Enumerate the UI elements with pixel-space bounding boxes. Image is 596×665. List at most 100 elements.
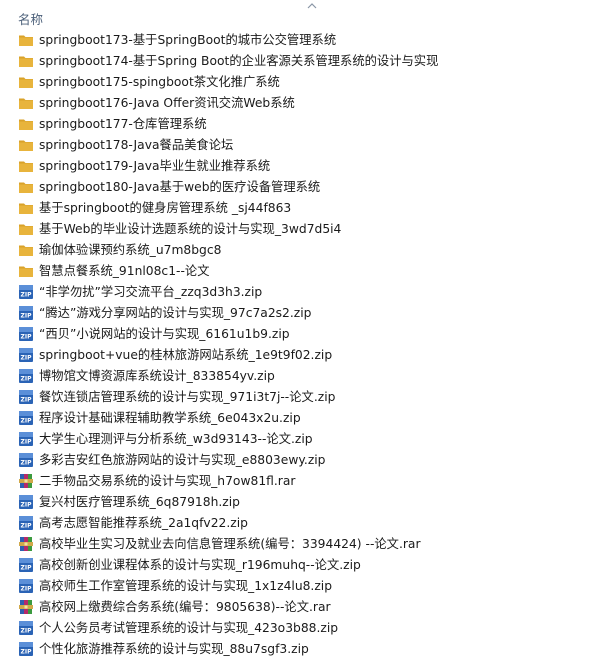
folder-row[interactable]: springboot178-Java餐品美食论坛 <box>0 135 596 156</box>
folder-icon <box>19 182 33 193</box>
file-row[interactable]: 高校网上缴费综合务系统(编号：9805638)--论文.rar <box>0 597 596 618</box>
file-name: springboot175-spingboot茶文化推广系统 <box>39 75 280 89</box>
folder-row[interactable]: springboot177-仓库管理系统 <box>0 114 596 135</box>
svg-text:ZIP: ZIP <box>21 460 33 467</box>
folder-icon <box>19 35 33 46</box>
file-name: springboot179-Java毕业生就业推荐系统 <box>39 159 271 173</box>
svg-text:ZIP: ZIP <box>21 523 33 530</box>
file-name: springboot+vue的桂林旅游网站系统_1e9t9f02.zip <box>39 348 333 362</box>
file-name: springboot176-Java Offer资讯交流Web系统 <box>39 96 295 110</box>
file-row[interactable]: ZIP 个人公务员考试管理系统的设计与实现_423o3b88.zip <box>0 618 596 639</box>
folder-row[interactable]: springboot180-Java基于web的医疗设备管理系统 <box>0 177 596 198</box>
folder-row[interactable]: springboot176-Java Offer资讯交流Web系统 <box>0 93 596 114</box>
file-name: 瑜伽体验课预约系统_u7m8bgc8 <box>39 243 222 257</box>
folder-icon <box>19 77 33 88</box>
folder-icon <box>19 98 33 109</box>
file-name: 个人公务员考试管理系统的设计与实现_423o3b88.zip <box>39 621 339 635</box>
file-name: springboot177-仓库管理系统 <box>39 117 207 131</box>
file-name: springboot178-Java餐品美食论坛 <box>39 138 234 152</box>
file-row[interactable]: ZIP springboot+vue的桂林旅游网站系统_1e9t9f02.zip <box>0 345 596 366</box>
svg-text:ZIP: ZIP <box>21 649 33 656</box>
file-name: 餐饮连锁店管理系统的设计与实现_971i3t7j--论文.zip <box>39 390 336 404</box>
folder-row[interactable]: springboot175-spingboot茶文化推广系统 <box>0 72 596 93</box>
file-name: 基于springboot的健身房管理系统 _sj44f863 <box>39 201 292 215</box>
file-name: 个性化旅游推荐系统的设计与实现_88u7sgf3.zip <box>39 642 309 656</box>
folder-icon <box>19 161 33 172</box>
file-row[interactable]: ZIP 多彩吉安红色旅游网站的设计与实现_e8803ewy.zip <box>0 450 596 471</box>
file-row[interactable]: ZIP 个性化旅游推荐系统的设计与实现_88u7sgf3.zip <box>0 639 596 660</box>
zip-archive-icon: ZIP <box>19 411 33 425</box>
svg-text:ZIP: ZIP <box>21 502 33 509</box>
folder-row[interactable]: springboot173-基于SpringBoot的城市公交管理系统 <box>0 30 596 51</box>
svg-text:ZIP: ZIP <box>21 565 33 572</box>
file-name: springboot173-基于SpringBoot的城市公交管理系统 <box>39 33 337 47</box>
file-row[interactable]: ZIP 博物馆文博资源库系统设计_833854yv.zip <box>0 366 596 387</box>
file-name: springboot180-Java基于web的医疗设备管理系统 <box>39 180 321 194</box>
svg-text:ZIP: ZIP <box>21 313 33 320</box>
file-row[interactable]: 二手物品交易系统的设计与实现_h7ow81fl.rar <box>0 471 596 492</box>
file-name: 大学生心理测评与分析系统_w3d93143--论文.zip <box>39 432 313 446</box>
file-name: 智慧点餐系统_91nl08c1--论文 <box>39 264 210 278</box>
file-row[interactable]: ZIP 高校创新创业课程体系的设计与实现_r196muhq--论文.zip <box>0 555 596 576</box>
svg-text:ZIP: ZIP <box>21 397 33 404</box>
zip-archive-icon: ZIP <box>19 432 33 446</box>
rar-archive-icon <box>19 474 33 488</box>
folder-row[interactable]: 基于springboot的健身房管理系统 _sj44f863 <box>0 198 596 219</box>
file-name: “腾达”游戏分享网站的设计与实现_97c7a2s2.zip <box>39 306 312 320</box>
file-row[interactable]: ZIP “西贝”小说网站的设计与实现_6161u1b9.zip <box>0 324 596 345</box>
file-name: 高考志愿智能推荐系统_2a1qfv22.zip <box>39 516 248 530</box>
zip-archive-icon: ZIP <box>19 453 33 467</box>
folder-row[interactable]: 智慧点餐系统_91nl08c1--论文 <box>0 261 596 282</box>
file-name: 博物馆文博资源库系统设计_833854yv.zip <box>39 369 275 383</box>
file-list: springboot173-基于SpringBoot的城市公交管理系统 spri… <box>0 30 596 660</box>
file-name: “非学勿扰”学习交流平台_zzq3d3h3.zip <box>39 285 263 299</box>
folder-icon <box>19 119 33 130</box>
file-row[interactable]: ZIP “腾达”游戏分享网站的设计与实现_97c7a2s2.zip <box>0 303 596 324</box>
file-name: 二手物品交易系统的设计与实现_h7ow81fl.rar <box>39 474 296 488</box>
svg-text:ZIP: ZIP <box>21 418 33 425</box>
zip-archive-icon: ZIP <box>19 579 33 593</box>
folder-row[interactable]: 瑜伽体验课预约系统_u7m8bgc8 <box>0 240 596 261</box>
zip-archive-icon: ZIP <box>19 390 33 404</box>
file-name: 基于Web的毕业设计选题系统的设计与实现_3wd7d5i4 <box>39 222 342 236</box>
zip-archive-icon: ZIP <box>19 621 33 635</box>
zip-archive-icon: ZIP <box>19 516 33 530</box>
folder-icon <box>19 56 33 67</box>
zip-archive-icon: ZIP <box>19 642 33 656</box>
file-row[interactable]: ZIP 餐饮连锁店管理系统的设计与实现_971i3t7j--论文.zip <box>0 387 596 408</box>
file-row[interactable]: ZIP “非学勿扰”学习交流平台_zzq3d3h3.zip <box>0 282 596 303</box>
svg-text:ZIP: ZIP <box>21 334 33 341</box>
folder-icon <box>19 245 33 256</box>
file-name: “西贝”小说网站的设计与实现_6161u1b9.zip <box>39 327 290 341</box>
file-row[interactable]: ZIP 高考志愿智能推荐系统_2a1qfv22.zip <box>0 513 596 534</box>
svg-text:ZIP: ZIP <box>21 439 33 446</box>
folder-icon <box>19 140 33 151</box>
svg-text:ZIP: ZIP <box>21 586 33 593</box>
folder-icon <box>19 266 33 277</box>
file-row[interactable]: ZIP 高校师生工作室管理系统的设计与实现_1x1z4lu8.zip <box>0 576 596 597</box>
name-column-header[interactable]: 名称 <box>18 9 43 28</box>
rar-archive-icon <box>19 537 33 551</box>
file-name: 程序设计基础课程辅助教学系统_6e043x2u.zip <box>39 411 301 425</box>
folder-icon <box>19 203 33 214</box>
folder-row[interactable]: springboot179-Java毕业生就业推荐系统 <box>0 156 596 177</box>
file-name: 高校师生工作室管理系统的设计与实现_1x1z4lu8.zip <box>39 579 333 593</box>
zip-archive-icon: ZIP <box>19 306 33 320</box>
file-row[interactable]: ZIP 复兴村医疗管理系统_6q87918h.zip <box>0 492 596 513</box>
svg-text:ZIP: ZIP <box>21 628 33 635</box>
folder-row[interactable]: springboot174-基于Spring Boot的企业客源关系管理系统的设… <box>0 51 596 72</box>
zip-archive-icon: ZIP <box>19 369 33 383</box>
folder-icon <box>19 224 33 235</box>
file-row[interactable]: 高校毕业生实习及就业去向信息管理系统(编号：3394424) --论文.rar <box>0 534 596 555</box>
rar-archive-icon <box>19 600 33 614</box>
zip-archive-icon: ZIP <box>19 285 33 299</box>
svg-text:ZIP: ZIP <box>21 376 33 383</box>
folder-row[interactable]: 基于Web的毕业设计选题系统的设计与实现_3wd7d5i4 <box>0 219 596 240</box>
svg-text:ZIP: ZIP <box>21 292 33 299</box>
file-name: 多彩吉安红色旅游网站的设计与实现_e8803ewy.zip <box>39 453 326 467</box>
file-name: 高校毕业生实习及就业去向信息管理系统(编号：3394424) --论文.rar <box>39 537 421 551</box>
sort-ascending-chevron-icon[interactable] <box>306 0 318 12</box>
file-row[interactable]: ZIP 程序设计基础课程辅助教学系统_6e043x2u.zip <box>0 408 596 429</box>
file-row[interactable]: ZIP 大学生心理测评与分析系统_w3d93143--论文.zip <box>0 429 596 450</box>
file-name: springboot174-基于Spring Boot的企业客源关系管理系统的设… <box>39 54 439 68</box>
